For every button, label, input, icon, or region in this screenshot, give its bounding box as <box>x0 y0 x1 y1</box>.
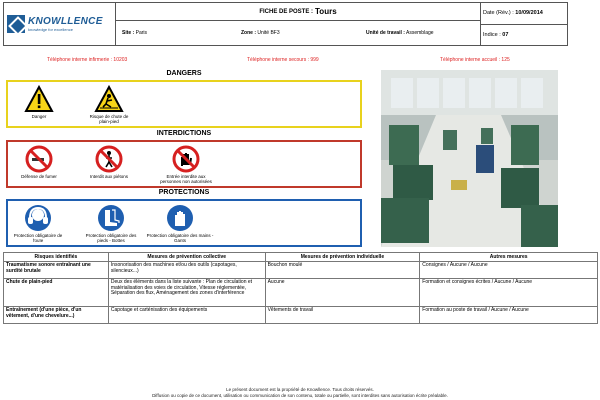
phone-infirmary: Téléphone interne infirmerie : 10203 <box>47 57 128 63</box>
interdictions-title: INTERDICTIONS <box>8 130 360 137</box>
danger-sign: Danger <box>14 85 64 119</box>
table-cell: Aucune <box>264 278 421 307</box>
no-pedestrians-icon <box>95 145 123 173</box>
dangers-title: DANGERS <box>8 70 360 77</box>
column-header: Risques identifiés <box>3 252 109 262</box>
foot-protection-label: Protection obligatoire des pieds - Botte… <box>85 233 137 243</box>
no-smoking-sign: Défense de fumer <box>14 145 64 179</box>
slip-fall-icon <box>94 85 124 112</box>
no-entry-hand-icon <box>172 145 200 173</box>
post-name: Tours <box>315 7 337 16</box>
ear-protection-icon <box>25 205 51 231</box>
zone-field: Zone : Unité BF3 <box>241 30 280 36</box>
protections-panel: PROTECTIONS Protection obligatoire de l'… <box>6 189 362 247</box>
table-cell: Vêtements de travail <box>264 306 421 324</box>
table-header-row: Risques identifiés Mesures de prévention… <box>3 252 598 262</box>
no-smoking-label: Défense de fumer <box>21 174 57 179</box>
no-smoking-icon <box>25 145 53 173</box>
warning-triangle-icon <box>24 85 54 112</box>
safety-boots-icon <box>98 205 124 231</box>
location-row: Site : Paris Zone : Unité BF3 Unité de t… <box>116 21 480 45</box>
table-cell: Entraînement (d'une pièce, d'un vêtement… <box>3 306 109 324</box>
ear-protection-label: Protection obligatoire de l'ouïe <box>13 233 63 243</box>
fall-risk-label: Risque de chute de plain-pied <box>89 114 129 124</box>
protections-title: PROTECTIONS <box>8 189 360 196</box>
danger-sign-label: Danger <box>31 114 47 119</box>
table-cell: Deux des éléments dans la liste suivante… <box>107 278 266 307</box>
hand-protection-label: Protection obligatoire des mains - Gants <box>146 233 214 243</box>
table-row: Chute de plain-pied Deux des éléments da… <box>3 278 598 307</box>
table-cell: Formation au poste de travail / Aucune /… <box>419 306 598 324</box>
table-cell: Chute de plain-pied <box>3 278 109 307</box>
index-field: Indice : 07 <box>483 31 509 38</box>
ear-protection-sign: Protection obligatoire de l'ouïe <box>10 204 66 243</box>
column-header: Mesures de prévention collective <box>107 252 266 262</box>
table-row: Traumatisme sonore entraînant une surdit… <box>3 261 598 279</box>
phone-reception: Téléphone interne accueil : 125 <box>440 57 510 63</box>
column-header: Mesures de prévention individuelle <box>264 252 421 262</box>
no-pedestrians-sign: Interdit aux piétons <box>84 145 134 179</box>
column-header: Autres mesures <box>419 252 598 262</box>
table-cell: Insonorisation des machines et/ou des ou… <box>107 261 266 279</box>
hand-protection-sign: Protection obligatoire des mains - Gants <box>146 204 214 243</box>
no-entry-sign: Entrée interdite aux personnes non autor… <box>156 145 216 184</box>
table-row: Entraînement (d'une pièce, d'un vêtement… <box>3 306 598 324</box>
footer-copyright: Le présent document est la propriété de … <box>226 387 374 392</box>
logo-tagline: knowledge for excellence <box>28 27 73 32</box>
phone-rescue: Téléphone interne secours : 999 <box>247 57 319 63</box>
date-field: Date (Rév.) : 10/09/2014 <box>481 3 567 25</box>
table-cell: Formation et consignes écrites / Aucune … <box>419 278 598 307</box>
site-field: Site : Paris <box>122 30 148 36</box>
table-cell: Traumatisme sonore entraînant une surdit… <box>3 261 109 279</box>
no-pedestrians-label: Interdit aux piétons <box>89 174 129 179</box>
foot-protection-sign: Protection obligatoire des pieds - Botte… <box>80 204 142 243</box>
doc-type: FICHE DE POSTE : <box>259 8 314 15</box>
table-cell: Bouchon moulé <box>264 261 421 279</box>
footer-notice: Diffusion ou copie de ce document, utili… <box>152 393 448 398</box>
table-cell: Capotage et carténisation des équipement… <box>107 306 266 324</box>
interdictions-panel: INTERDICTIONS Défense de fumer Interdit … <box>6 130 362 188</box>
fall-risk-sign: Risque de chute de plain-pied <box>84 85 134 124</box>
logo-name: KNOWLLENCE <box>28 16 103 27</box>
unit-field: Unité de travail : Assemblage <box>366 30 434 36</box>
workshop-photo <box>381 70 558 247</box>
header-block: KNOWLLENCE knowledge for excellence FICH… <box>3 2 568 46</box>
table-cell: Consignes / Aucune / Aucune <box>419 261 598 279</box>
logo: KNOWLLENCE knowledge for excellence <box>4 3 116 45</box>
no-entry-label: Entrée interdite aux personnes non autor… <box>160 174 212 184</box>
risk-table: Risques identifiés Mesures de prévention… <box>3 252 598 324</box>
dangers-panel: DANGERS Danger Risque de chute de plain-… <box>6 70 362 128</box>
knowllence-logo-icon <box>7 15 25 33</box>
page-title: FICHE DE POSTE : Tours <box>116 3 480 21</box>
gloves-icon <box>167 205 193 231</box>
